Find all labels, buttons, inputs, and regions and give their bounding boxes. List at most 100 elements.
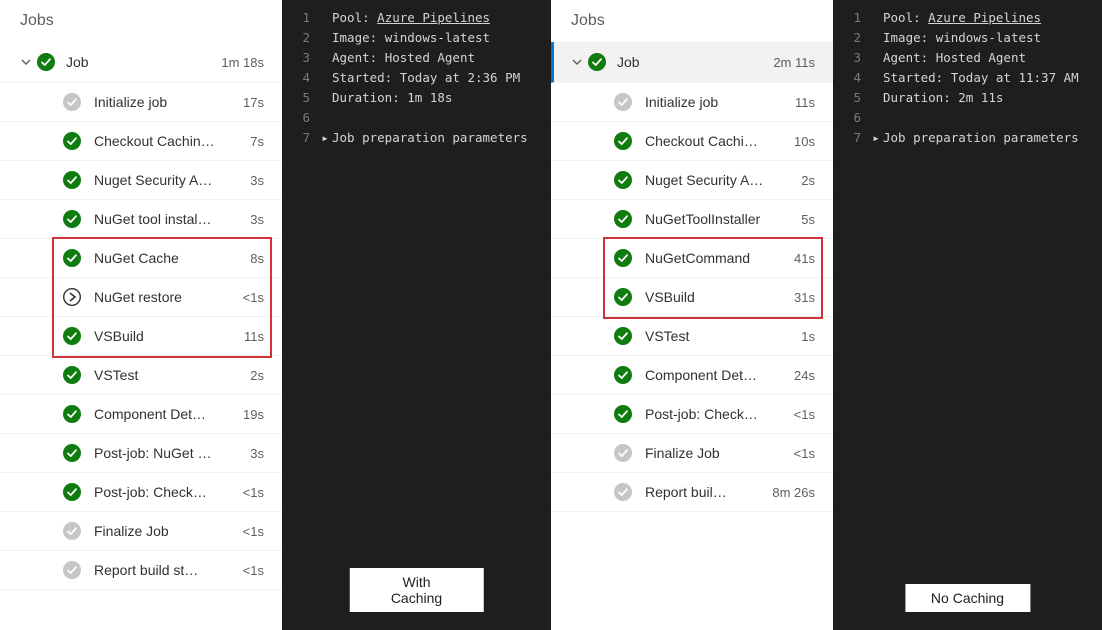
- task-row[interactable]: Finalize Job<1s: [0, 512, 282, 551]
- status-success-icon: [613, 170, 633, 190]
- log-image-value: windows-latest: [936, 30, 1041, 45]
- task-row[interactable]: NuGetToolInstaller5s: [551, 200, 833, 239]
- task-duration: 5s: [801, 212, 815, 227]
- status-success-icon: [62, 443, 82, 463]
- status-neutral-icon: [62, 92, 82, 112]
- log-pool-label: Pool:: [332, 10, 370, 25]
- status-success-icon: [62, 209, 82, 229]
- task-label: Nuget Security A…: [82, 172, 250, 188]
- log-duration-label: Duration:: [883, 90, 951, 105]
- task-label: Post-job: Check…: [82, 484, 243, 500]
- log-started-value: Today at 2:36 PM: [400, 70, 520, 85]
- log-prep: Job preparation parameters: [883, 128, 1102, 148]
- job-row[interactable]: Job 1m 18s: [0, 42, 282, 83]
- task-row[interactable]: NuGet restore<1s: [0, 278, 282, 317]
- task-row[interactable]: Component Det…19s: [0, 395, 282, 434]
- task-row[interactable]: Post-job: Check…<1s: [0, 473, 282, 512]
- task-label: NuGetToolInstaller: [633, 211, 801, 227]
- task-duration: <1s: [243, 485, 264, 500]
- task-label: NuGet tool instal…: [82, 211, 250, 227]
- task-row[interactable]: Finalize Job<1s: [551, 434, 833, 473]
- task-duration: 24s: [794, 368, 815, 383]
- task-duration: 11s: [795, 95, 815, 110]
- task-row[interactable]: VSTest1s: [551, 317, 833, 356]
- log-pool-value[interactable]: Azure Pipelines: [928, 10, 1041, 25]
- status-success-icon: [613, 365, 633, 385]
- task-duration: 8m 26s: [772, 485, 815, 500]
- log-agent-value: Hosted Agent: [936, 50, 1026, 65]
- log-pool-value[interactable]: Azure Pipelines: [377, 10, 490, 25]
- caption-no-caching-button[interactable]: No Caching: [905, 584, 1030, 612]
- task-row[interactable]: NuGet Cache8s: [0, 239, 282, 278]
- task-duration: 17s: [243, 95, 264, 110]
- job-duration: 1m 18s: [221, 55, 264, 70]
- task-duration: 31s: [794, 290, 815, 305]
- task-label: VSBuild: [633, 289, 794, 305]
- task-duration: 7s: [250, 134, 264, 149]
- status-neutral-icon: [62, 560, 82, 580]
- jobs-header: Jobs: [551, 6, 833, 42]
- log-prep: Job preparation parameters: [332, 128, 551, 148]
- status-neutral-icon: [613, 443, 633, 463]
- task-row[interactable]: VSBuild11s: [0, 317, 282, 356]
- task-row[interactable]: Initialize job17s: [0, 83, 282, 122]
- task-label: Checkout Cachi…: [633, 133, 794, 149]
- task-label: Initialize job: [633, 94, 795, 110]
- task-duration: <1s: [794, 446, 815, 461]
- task-label: Finalize Job: [633, 445, 794, 461]
- task-row[interactable]: Component Det…24s: [551, 356, 833, 395]
- task-row[interactable]: Report build st…<1s: [0, 551, 282, 590]
- task-duration: 3s: [250, 212, 264, 227]
- task-duration: <1s: [243, 290, 264, 305]
- log-duration-label: Duration:: [332, 90, 400, 105]
- log-agent-label: Agent:: [332, 50, 377, 65]
- job-row[interactable]: Job 2m 11s: [551, 42, 833, 83]
- log-collapsible[interactable]: 7▸Job preparation parameters: [833, 128, 1102, 148]
- chevron-down-icon[interactable]: [16, 56, 36, 68]
- status-success-icon: [62, 326, 82, 346]
- jobs-panel-left: Jobs Job 1m 18s Initialize job17sCheckou…: [0, 0, 282, 630]
- log-panel-right: 1Pool: Azure Pipelines 2Image: windows-l…: [833, 0, 1102, 630]
- chevron-down-icon[interactable]: [567, 56, 587, 68]
- status-success-icon: [62, 482, 82, 502]
- task-row[interactable]: Report buil…8m 26s: [551, 473, 833, 512]
- task-duration: 8s: [250, 251, 264, 266]
- status-success-icon: [613, 209, 633, 229]
- status-success-icon: [613, 287, 633, 307]
- task-label: Post-job: NuGet …: [82, 445, 250, 461]
- task-row[interactable]: VSTest2s: [0, 356, 282, 395]
- status-success-icon: [613, 326, 633, 346]
- task-duration: 41s: [794, 251, 815, 266]
- status-success-icon: [613, 248, 633, 268]
- triangle-right-icon: ▸: [869, 128, 883, 148]
- task-row[interactable]: NuGet tool instal…3s: [0, 200, 282, 239]
- status-neutral-icon: [613, 92, 633, 112]
- task-label: Component Det…: [633, 367, 794, 383]
- log-started-label: Started:: [883, 70, 943, 85]
- task-label: Finalize Job: [82, 523, 243, 539]
- caption-with-caching-button[interactable]: With Caching: [349, 568, 484, 612]
- panel-with-caching: Jobs Job 1m 18s Initialize job17sCheckou…: [0, 0, 551, 630]
- task-row[interactable]: Nuget Security A…3s: [0, 161, 282, 200]
- task-row[interactable]: Nuget Security A…2s: [551, 161, 833, 200]
- status-success-icon: [613, 131, 633, 151]
- task-row[interactable]: Post-job: Check…<1s: [551, 395, 833, 434]
- task-label: NuGet restore: [82, 289, 243, 305]
- task-row[interactable]: NuGetCommand41s: [551, 239, 833, 278]
- log-duration-value: 2m 11s: [958, 90, 1003, 105]
- task-row[interactable]: Initialize job11s: [551, 83, 833, 122]
- log-image-label: Image:: [883, 30, 928, 45]
- task-row[interactable]: VSBuild31s: [551, 278, 833, 317]
- task-row[interactable]: Post-job: NuGet …3s: [0, 434, 282, 473]
- log-image-value: windows-latest: [385, 30, 490, 45]
- task-duration: 11s: [244, 329, 264, 344]
- triangle-right-icon: ▸: [318, 128, 332, 148]
- task-label: Report buil…: [633, 484, 772, 500]
- status-success-icon: [62, 170, 82, 190]
- log-collapsible[interactable]: 7▸Job preparation parameters: [282, 128, 551, 148]
- task-label: Component Det…: [82, 406, 243, 422]
- task-row[interactable]: Checkout Cachin…7s: [0, 122, 282, 161]
- status-success-icon: [587, 52, 607, 72]
- status-success-icon: [62, 248, 82, 268]
- task-row[interactable]: Checkout Cachi…10s: [551, 122, 833, 161]
